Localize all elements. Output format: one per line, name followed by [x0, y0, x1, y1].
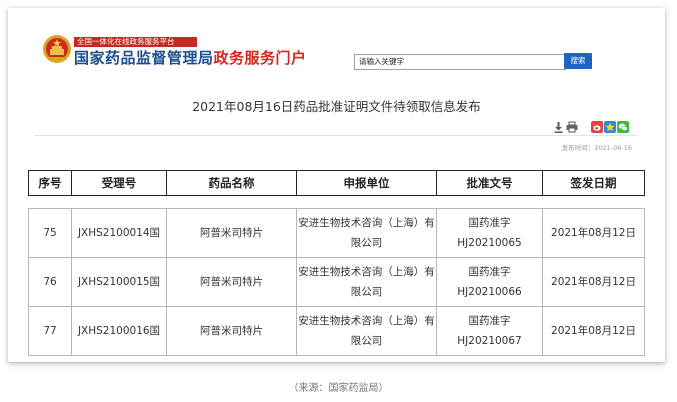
table-row: 75 JXHS2100014国 阿普米司特片 安进生物技术咨询（上海）有限公司 …: [28, 208, 645, 258]
col-header-acceptance-no: 受理号: [71, 170, 167, 196]
publish-time: 发布时间：2021-08-16: [562, 142, 632, 152]
cell-index: 76: [28, 257, 72, 307]
table-header-row: 序号 受理号 药品名称 申报单位 批准文号 签发日期: [28, 170, 645, 196]
publish-time-label: 发布时间：: [561, 144, 595, 152]
page-title: 2021年08月16日药品批准证明文件待领取信息发布: [192, 99, 481, 114]
cell-index: 77: [28, 306, 72, 356]
col-header-applicant: 申报单位: [296, 170, 437, 196]
cell-drug-name: 阿普米司特片: [166, 257, 297, 307]
portal-logo-title[interactable]: 国家药品监督管理局政务服务门户: [74, 49, 307, 67]
wechat-icon[interactable]: [617, 121, 629, 133]
cell-issue-date: 2021年08月12日: [542, 257, 645, 307]
cell-applicant: 安进生物技术咨询（上海）有限公司: [296, 257, 437, 307]
search-button[interactable]: 搜索: [564, 53, 592, 69]
cell-acceptance-no: JXHS2100014国: [71, 208, 167, 258]
cell-index: 75: [28, 208, 72, 258]
cell-issue-date: 2021年08月12日: [542, 208, 645, 258]
agency-name: 国家药品监督管理局: [74, 49, 214, 67]
cell-acceptance-no: JXHS2100016国: [71, 306, 167, 356]
cell-applicant: 安进生物技术咨询（上海）有限公司: [296, 306, 437, 356]
col-header-approval-no: 批准文号: [436, 170, 543, 196]
header-gap: [29, 196, 645, 209]
cell-acceptance-no: JXHS2100015国: [71, 257, 167, 307]
cell-drug-name: 阿普米司特片: [166, 208, 297, 258]
table-row: 77 JXHS2100016国 阿普米司特片 安进生物技术咨询（上海）有限公司 …: [28, 306, 645, 356]
source-caption: （来源：国家药监局）: [288, 383, 389, 394]
col-header-issue-date: 签发日期: [542, 170, 645, 196]
cell-drug-name: 阿普米司特片: [166, 306, 297, 356]
cell-approval-no: 国药准字HJ20210065: [436, 208, 543, 258]
portal-name: 政务服务门户: [213, 49, 307, 67]
search-input[interactable]: [354, 54, 566, 70]
cell-approval-no: 国药准字HJ20210067: [436, 306, 543, 356]
publish-time-value: 2021-08-16: [594, 144, 632, 152]
table-row: 76 JXHS2100015国 阿普米司特片 安进生物技术咨询（上海）有限公司 …: [28, 257, 645, 307]
download-icon[interactable]: [554, 121, 563, 133]
national-emblem-icon: [43, 35, 71, 63]
print-icon[interactable]: [566, 121, 578, 133]
cell-approval-no: 国药准字HJ20210066: [436, 257, 543, 307]
col-header-index: 序号: [28, 170, 72, 196]
cell-issue-date: 2021年08月12日: [542, 306, 645, 356]
title-divider: [34, 135, 638, 136]
weibo-icon[interactable]: [591, 121, 603, 133]
platform-subtitle[interactable]: 全国一体化在线政务服务平台: [74, 37, 197, 47]
screenshot-card: 全国一体化在线政务服务平台 国家药品监督管理局政务服务门户 搜索 2021年08…: [8, 8, 665, 362]
col-header-drug-name: 药品名称: [166, 170, 297, 196]
cell-applicant: 安进生物技术咨询（上海）有限公司: [296, 208, 437, 258]
approval-table: 序号 受理号 药品名称 申报单位 批准文号 签发日期 75 JXHS210001…: [28, 170, 645, 356]
qzone-icon[interactable]: [604, 121, 616, 133]
